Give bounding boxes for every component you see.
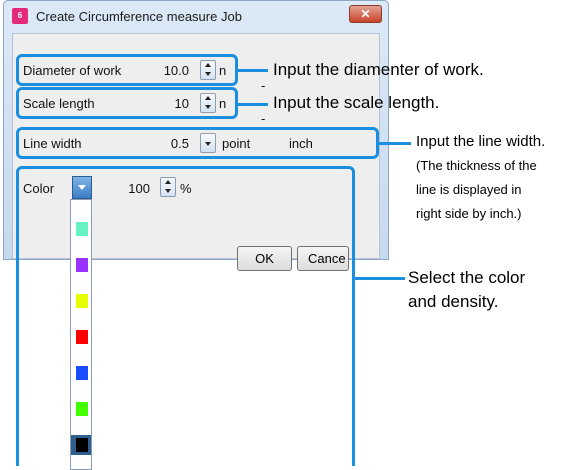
line-width-inch: inch (289, 136, 313, 151)
scale-callout-line (238, 103, 268, 106)
line-width-note-2: line is displayed in (416, 182, 522, 197)
color-option[interactable] (76, 294, 88, 308)
line-width-label: Line width (23, 136, 82, 151)
density-input[interactable]: 100 (110, 181, 150, 196)
color-option[interactable] (76, 330, 88, 344)
color-option[interactable] (76, 258, 88, 272)
density-spinner[interactable] (160, 177, 176, 197)
color-option[interactable] (76, 222, 88, 236)
diameter-row: Diameter of work 10.0 n -- (15, 58, 265, 93)
scale-trailing: -- (261, 96, 266, 126)
color-highlight (16, 166, 355, 466)
color-dropdown[interactable] (72, 176, 92, 199)
color-annotation-1: Select the color (408, 268, 526, 287)
line-width-unit: point (222, 136, 251, 151)
color-option[interactable] (76, 402, 88, 416)
color-option[interactable] (76, 366, 88, 380)
cancel-button[interactable]: Cance (297, 246, 349, 271)
diameter-trailing: -- (261, 63, 266, 93)
diameter-spinner[interactable] (200, 60, 216, 80)
line-width-row: Line width 0.5 point inch (15, 131, 375, 156)
diameter-annotation: Input the diamenter of work. (273, 60, 484, 79)
color-option[interactable] (71, 435, 91, 455)
ok-button[interactable]: OK (237, 246, 292, 271)
color-label: Color (23, 181, 55, 196)
scale-unit: n (219, 96, 227, 111)
color-row: Color 100 % (15, 176, 345, 201)
line-width-spinner[interactable] (200, 133, 216, 153)
color-callout-line (355, 277, 405, 280)
window-title: Create Circumference measure Job (36, 9, 242, 24)
diameter-label: Diameter of work (23, 63, 122, 78)
line-width-note-3: right side by inch.) (416, 206, 522, 221)
color-dropdown-list (70, 199, 92, 470)
diameter-unit: n (219, 63, 227, 78)
scale-annotation: Input the scale length. (273, 93, 440, 112)
line-width-callout-line (379, 142, 411, 145)
chevron-down-icon (78, 185, 86, 190)
color-annotation-2: and density. (408, 292, 499, 311)
diameter-callout-line (238, 69, 268, 72)
density-unit: % (180, 181, 192, 196)
line-width-input[interactable]: 0.5 (149, 136, 189, 151)
scale-label: Scale length (23, 96, 95, 111)
line-width-annotation: Input the line width. (416, 133, 546, 150)
scale-input[interactable]: 10 (149, 96, 189, 111)
close-button[interactable]: ✕ (349, 5, 382, 23)
scale-spinner[interactable] (200, 93, 216, 113)
line-width-note-1: (The thickness of the (416, 158, 537, 173)
scale-row: Scale length 10 n -- (15, 91, 265, 126)
title-bar[interactable]: 6 Create Circumference measure Job ✕ (4, 1, 388, 31)
app-icon: 6 (12, 8, 28, 24)
diameter-input[interactable]: 10.0 (149, 63, 189, 78)
